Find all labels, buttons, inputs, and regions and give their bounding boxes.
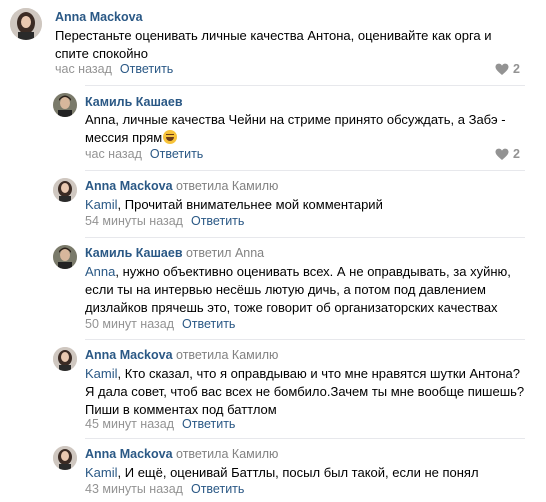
- comment-time[interactable]: 43 минуты назад: [85, 482, 183, 496]
- replied-to[interactable]: Anna: [235, 246, 264, 260]
- like-button[interactable]: 2: [495, 147, 520, 161]
- avatar[interactable]: [10, 8, 42, 40]
- divider: [85, 339, 525, 340]
- avatar[interactable]: [53, 347, 77, 371]
- mention-link[interactable]: Kamil: [85, 465, 118, 480]
- comment-time[interactable]: 54 минуты назад: [85, 214, 183, 228]
- comment-text: Kamil, Кто сказал, что я оправдываю и чт…: [85, 366, 525, 417]
- author-name[interactable]: Anna Mackova: [85, 348, 173, 362]
- reply-button[interactable]: Ответить: [191, 214, 244, 228]
- mention-link[interactable]: Kamil: [85, 197, 118, 212]
- reply-button[interactable]: Ответить: [120, 62, 173, 76]
- replied-label: ответила: [176, 179, 229, 193]
- comment-time[interactable]: час назад: [85, 147, 142, 161]
- heart-icon: [495, 63, 509, 75]
- author-line: Anna Mackova ответила Камилю: [85, 447, 278, 461]
- author-line: Камиль Кашаев ответил Anna: [85, 246, 264, 260]
- comment-meta: 45 минут назад Ответить: [85, 417, 235, 431]
- comment-meta: 54 минуты назад Ответить: [85, 214, 244, 228]
- comment-time[interactable]: 50 минут назад: [85, 317, 174, 331]
- comment-time[interactable]: 45 минут назад: [85, 417, 174, 431]
- author-name[interactable]: Anna Mackova: [55, 10, 143, 24]
- reply-button[interactable]: Ответить: [182, 317, 235, 331]
- replied-label: ответил: [186, 246, 232, 260]
- avatar[interactable]: [53, 245, 77, 269]
- mention-link[interactable]: Kamil: [85, 366, 118, 381]
- rolling-laughing-emoji: [163, 130, 178, 144]
- comment-text: Anna, личные качества Чейни на стриме пр…: [85, 112, 506, 145]
- reply-button[interactable]: Ответить: [191, 482, 244, 496]
- mention-link[interactable]: Anna: [85, 264, 115, 279]
- avatar[interactable]: [53, 178, 77, 202]
- comment-meta: час назад Ответить: [55, 62, 173, 76]
- divider: [85, 438, 525, 439]
- comment-text: Kamil, Прочитай внимательнее мой коммент…: [85, 197, 383, 212]
- comment-text: Anna, нужно объективно оценивать всех. А…: [85, 264, 511, 315]
- comment-time[interactable]: час назад: [55, 62, 112, 76]
- replied-label: ответила: [176, 348, 229, 362]
- comment-meta: 50 минут назад Ответить: [85, 317, 235, 331]
- like-button[interactable]: 2: [495, 62, 520, 76]
- author-name[interactable]: Anna Mackova: [85, 179, 173, 193]
- replied-to[interactable]: Камилю: [232, 179, 278, 193]
- divider: [85, 85, 525, 86]
- author-name[interactable]: Камиль Кашаев: [85, 246, 183, 260]
- comment-meta: 43 минуты назад Ответить: [85, 482, 244, 496]
- comment-text: Перестаньте оценивать личные качества Ан…: [55, 28, 492, 61]
- author-name[interactable]: Anna Mackova: [85, 447, 173, 461]
- like-count: 2: [513, 147, 520, 161]
- replied-label: ответила: [176, 447, 229, 461]
- author-line: Камиль Кашаев: [85, 95, 183, 109]
- author-line: Anna Mackova: [55, 10, 143, 24]
- divider: [85, 170, 525, 171]
- replied-to[interactable]: Камилю: [232, 348, 278, 362]
- author-line: Anna Mackova ответила Камилю: [85, 348, 278, 362]
- like-count: 2: [513, 62, 520, 76]
- comment-text: Kamil, И ещё, оценивай Баттлы, посыл был…: [85, 465, 479, 480]
- author-line: Anna Mackova ответила Камилю: [85, 179, 278, 193]
- author-name[interactable]: Камиль Кашаев: [85, 95, 183, 109]
- avatar[interactable]: [53, 93, 77, 117]
- reply-button[interactable]: Ответить: [182, 417, 235, 431]
- reply-button[interactable]: Ответить: [150, 147, 203, 161]
- divider: [85, 237, 525, 238]
- replied-to[interactable]: Камилю: [232, 447, 278, 461]
- avatar[interactable]: [53, 446, 77, 470]
- heart-icon: [495, 148, 509, 160]
- comment-meta: час назад Ответить: [85, 147, 203, 161]
